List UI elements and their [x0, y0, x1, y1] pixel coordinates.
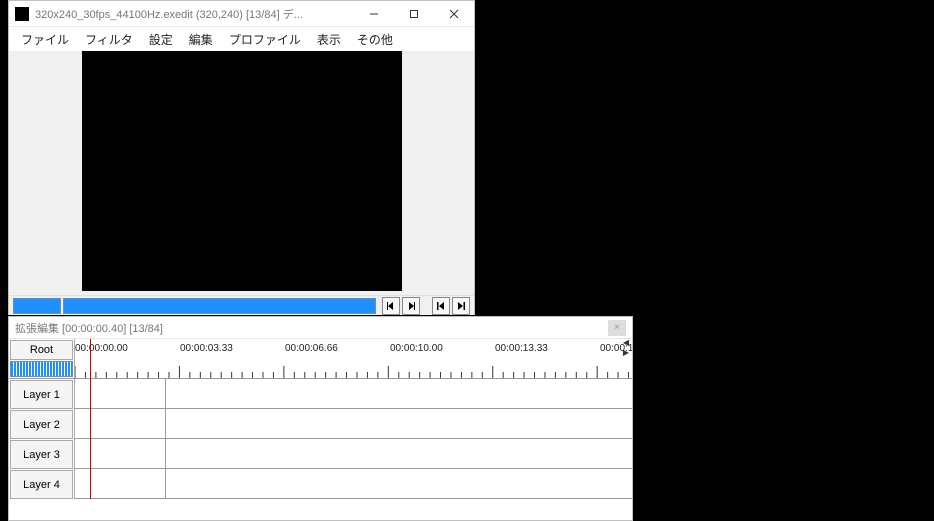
- menu-file[interactable]: ファイル: [13, 28, 77, 51]
- goto-start-button[interactable]: [432, 297, 450, 315]
- timeline-zoom-slider[interactable]: [10, 361, 73, 377]
- menu-profile[interactable]: プロファイル: [221, 28, 309, 51]
- seek-slider[interactable]: [63, 298, 376, 314]
- zoom-slider[interactable]: [13, 298, 61, 314]
- time-label: 00:00:00.00: [75, 343, 128, 354]
- time-ruler[interactable]: ◀ ▶ 00:00:00.0000:00:03.3300:00:06.6600:…: [75, 339, 632, 378]
- time-label: 00:00:06.66: [285, 343, 338, 354]
- menu-other[interactable]: その他: [349, 28, 401, 51]
- goto-end-button[interactable]: [452, 297, 470, 315]
- window-title: 320x240_30fps_44100Hz.exedit (320,240) […: [35, 6, 354, 22]
- menu-filter[interactable]: フィルタ: [77, 28, 141, 51]
- timeline-header: Root ◀ ▶ 00:00:00.0000:00:03.3300:00:06.…: [9, 339, 632, 379]
- titlebar[interactable]: 320x240_30fps_44100Hz.exedit (320,240) […: [9, 1, 474, 27]
- track-row[interactable]: [75, 469, 632, 499]
- time-label: 00:00:13.33: [495, 343, 548, 354]
- playhead[interactable]: [90, 339, 91, 499]
- layer-label[interactable]: Layer 3: [10, 440, 73, 469]
- timeline-body: Layer 1Layer 2Layer 3Layer 4: [9, 379, 632, 499]
- menu-edit[interactable]: 編集: [181, 28, 221, 51]
- timeline-close-button[interactable]: ×: [608, 320, 626, 336]
- close-button[interactable]: [434, 1, 474, 27]
- next-frame-button[interactable]: [402, 297, 420, 315]
- menu-settings[interactable]: 設定: [141, 28, 181, 51]
- time-label: 00:00:10.00: [390, 343, 443, 354]
- tracks-area[interactable]: [75, 379, 632, 499]
- main-window: 320x240_30fps_44100Hz.exedit (320,240) […: [8, 0, 475, 315]
- track-row[interactable]: [75, 409, 632, 439]
- menu-view[interactable]: 表示: [309, 28, 349, 51]
- playback-controls: [9, 295, 474, 315]
- app-icon: [15, 7, 29, 21]
- timeline-titlebar[interactable]: 拡張編集 [00:00:00.40] [13/84] ×: [9, 317, 632, 339]
- track-row[interactable]: [75, 379, 632, 409]
- time-label: 00:00:03.33: [180, 343, 233, 354]
- maximize-button[interactable]: [394, 1, 434, 27]
- layer-label[interactable]: Layer 4: [10, 470, 73, 499]
- minimize-button[interactable]: [354, 1, 394, 27]
- layer-label[interactable]: Layer 1: [10, 380, 73, 409]
- menubar: ファイル フィルタ 設定 編集 プロファイル 表示 その他: [9, 27, 474, 51]
- layers-column: Layer 1Layer 2Layer 3Layer 4: [9, 379, 75, 499]
- track-row[interactable]: [75, 439, 632, 469]
- video-canvas[interactable]: [82, 51, 402, 291]
- root-button[interactable]: Root: [10, 340, 73, 360]
- timeline-window: 拡張編集 [00:00:00.40] [13/84] × Root ◀ ▶ 00…: [8, 316, 633, 521]
- client-area: [9, 51, 474, 295]
- timeline-title-text: 拡張編集 [00:00:00.40] [13/84]: [15, 320, 608, 336]
- time-label: 00:00:16: [600, 343, 632, 354]
- layer-label[interactable]: Layer 2: [10, 410, 73, 439]
- marker-line: [165, 379, 166, 499]
- prev-frame-button[interactable]: [382, 297, 400, 315]
